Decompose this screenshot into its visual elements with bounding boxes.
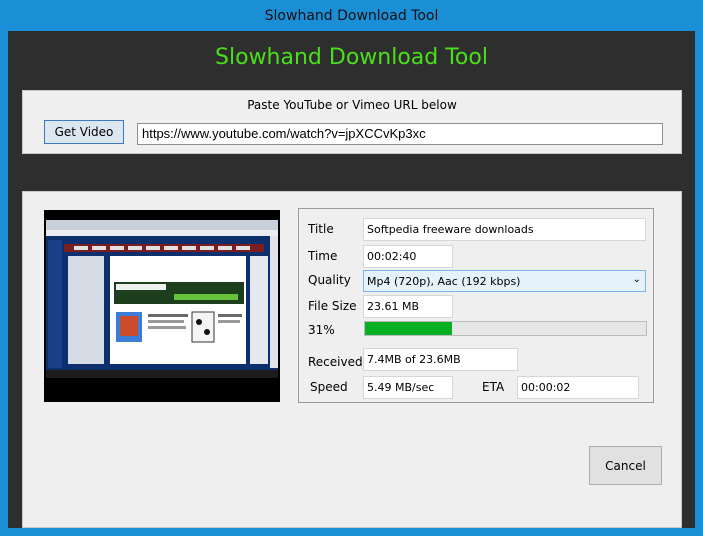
received-label: Received bbox=[308, 355, 363, 369]
app-window: Slowhand Download Tool Paste YouTube or … bbox=[8, 31, 695, 528]
video-thumbnail bbox=[44, 210, 280, 402]
progress-fill bbox=[365, 322, 453, 335]
title-label: Title bbox=[308, 222, 334, 236]
quality-label: Quality bbox=[308, 273, 351, 287]
title-field[interactable]: Softpedia freeware downloads bbox=[363, 218, 646, 241]
download-progress-bar bbox=[364, 321, 647, 336]
url-panel: Paste YouTube or Vimeo URL below Get Vid… bbox=[22, 90, 682, 154]
quality-value: Mp4 (720p), Aac (192 kbps) bbox=[367, 275, 521, 288]
speed-field[interactable]: 5.49 MB/sec bbox=[363, 376, 453, 399]
chevron-down-icon: ⌄ bbox=[632, 274, 641, 285]
eta-field[interactable]: 00:00:02 bbox=[517, 376, 639, 399]
video-thumbnail-image bbox=[44, 210, 280, 402]
time-field[interactable]: 00:02:40 bbox=[363, 245, 453, 268]
window-title: Slowhand Download Tool bbox=[264, 7, 439, 24]
app-title: Slowhand Download Tool bbox=[215, 45, 488, 70]
url-hint: Paste YouTube or Vimeo URL below bbox=[247, 98, 457, 112]
cancel-button[interactable]: Cancel bbox=[589, 446, 662, 485]
speed-label: Speed bbox=[310, 380, 348, 394]
filesize-label: File Size bbox=[308, 299, 357, 313]
progress-percent: 31% bbox=[308, 323, 335, 337]
quality-dropdown[interactable]: Mp4 (720p), Aac (192 kbps) ⌄ bbox=[363, 270, 646, 292]
url-input[interactable]: https://www.youtube.com/watch?v=jpXCCvKp… bbox=[137, 123, 663, 145]
received-field[interactable]: 7.4MB of 23.6MB bbox=[363, 348, 518, 371]
eta-label: ETA bbox=[482, 380, 505, 394]
time-label: Time bbox=[308, 249, 338, 263]
filesize-field[interactable]: 23.61 MB bbox=[363, 295, 453, 318]
get-video-button[interactable]: Get Video bbox=[44, 120, 124, 144]
video-info-panel: Title Softpedia freeware downloads Time … bbox=[298, 208, 654, 403]
main-panel: Title Softpedia freeware downloads Time … bbox=[22, 191, 682, 528]
window-titlebar: Slowhand Download Tool bbox=[0, 0, 703, 31]
